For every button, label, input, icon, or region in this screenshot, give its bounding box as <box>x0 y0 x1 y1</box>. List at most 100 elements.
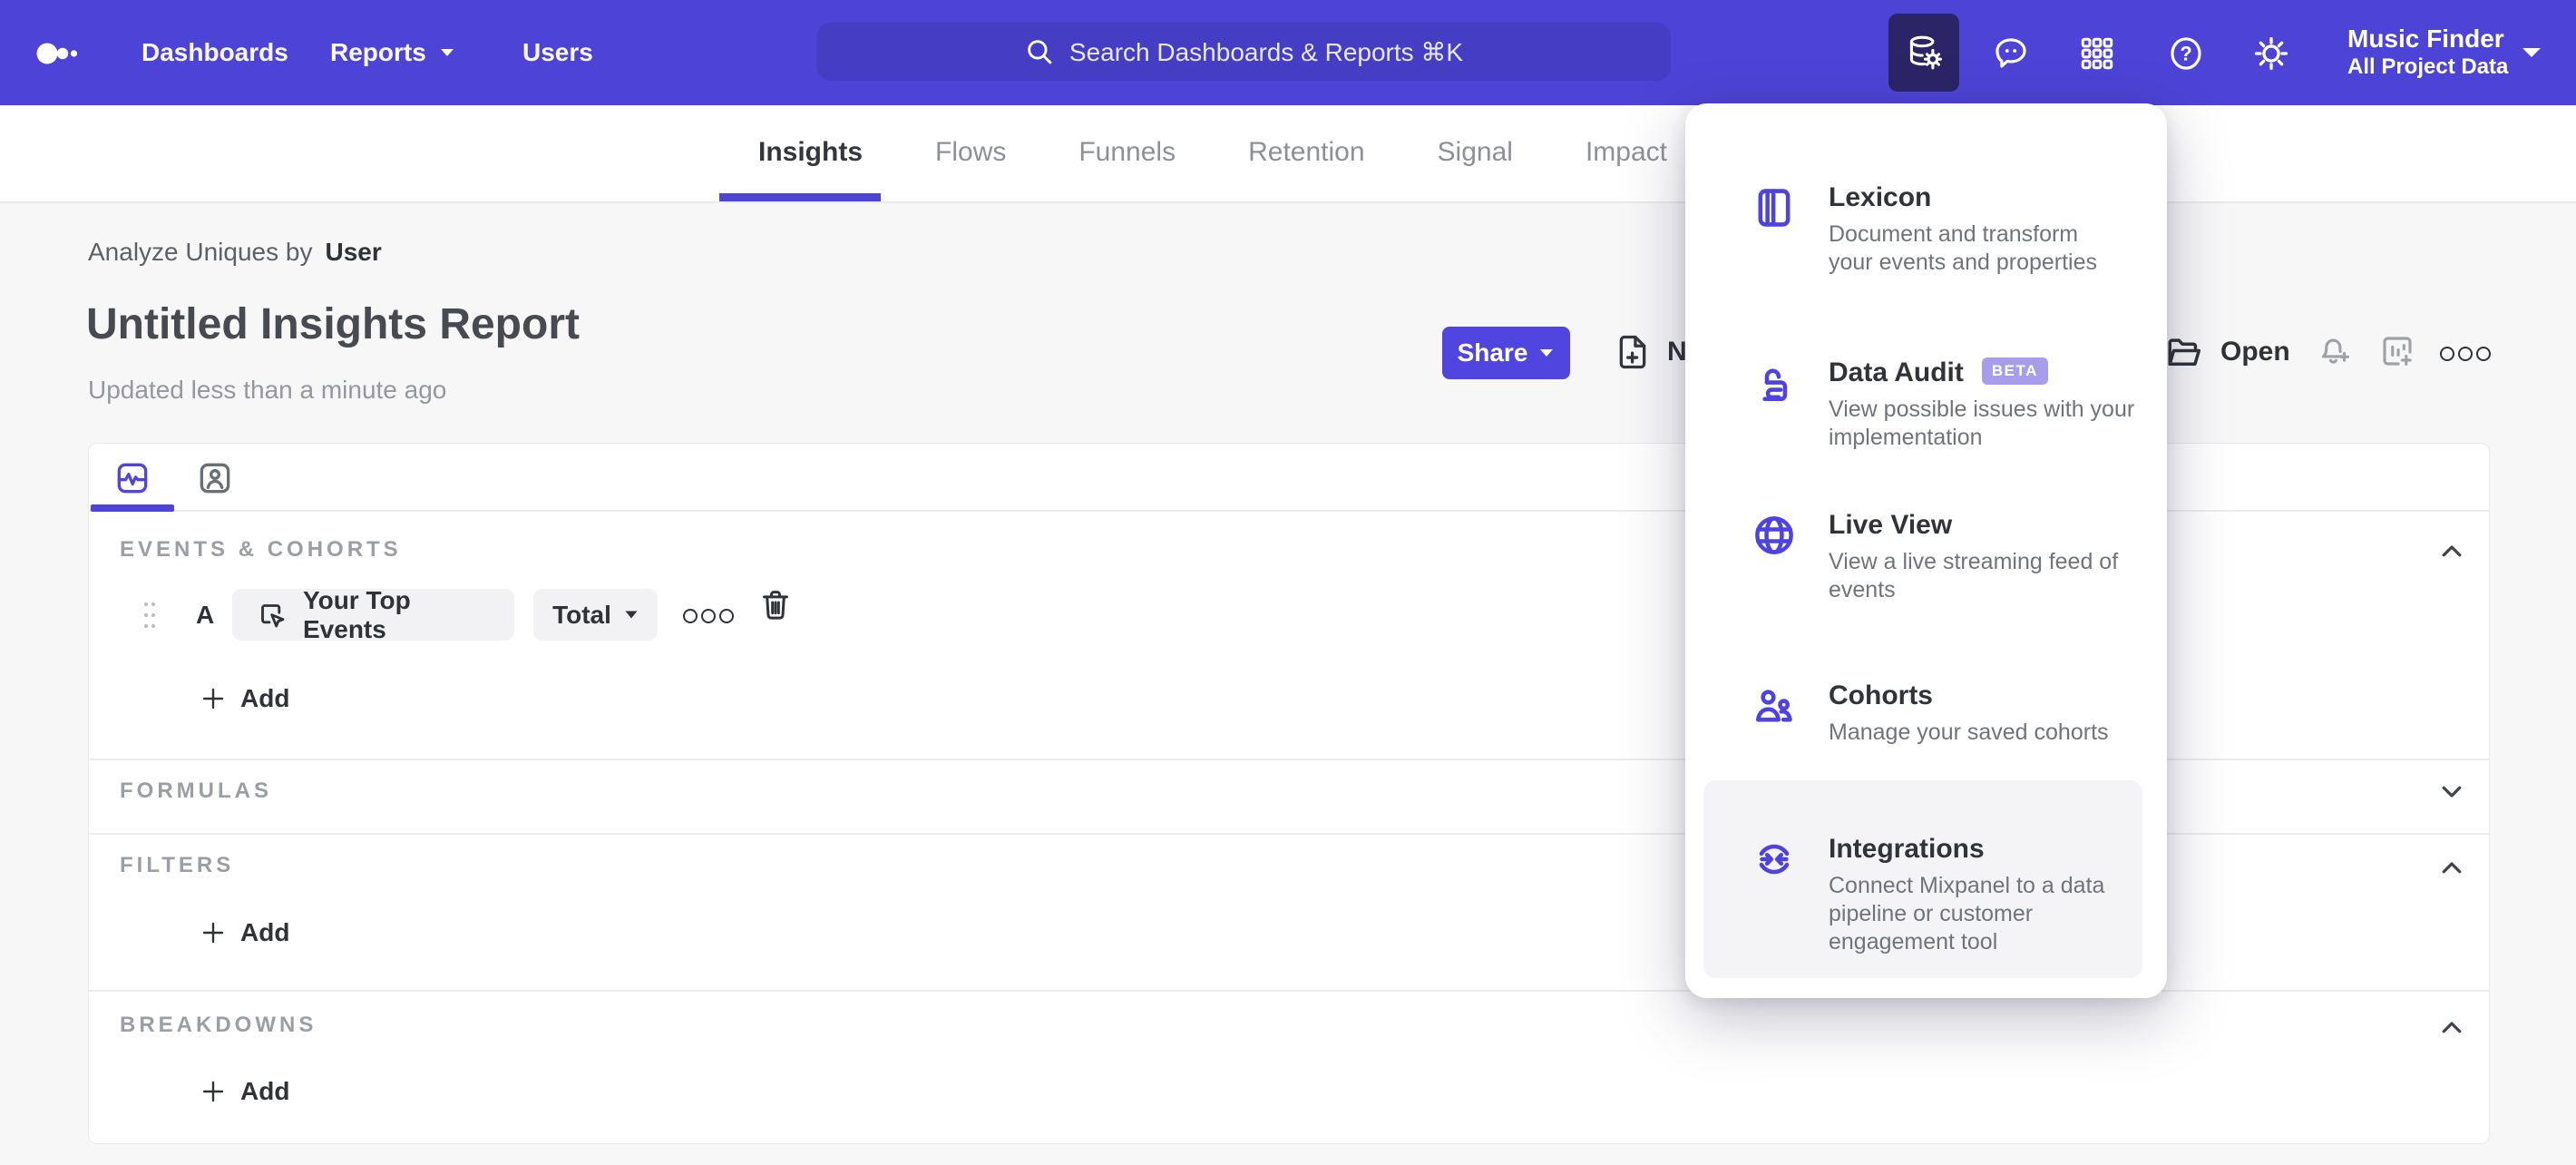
nav-reports[interactable]: Reports <box>330 0 455 105</box>
project-caret-down-icon[interactable] <box>2520 45 2543 60</box>
add-filter-label: Add <box>240 918 290 946</box>
open-report-button[interactable]: Open <box>2164 332 2290 372</box>
bell-plus-icon[interactable] <box>2315 332 2353 370</box>
active-tab-underline <box>719 193 881 201</box>
data-management-dropdown: Lexicon Document and transform your even… <box>1685 103 2167 998</box>
data-management-button[interactable] <box>1888 14 1959 92</box>
delete-event-trash-icon[interactable] <box>757 587 794 623</box>
nav-dashboards[interactable]: Dashboards <box>141 0 288 105</box>
mixpanel-logo-icon[interactable] <box>36 40 87 67</box>
event-name: Your Top Events <box>303 585 411 643</box>
database-gear-icon <box>1904 33 1944 73</box>
filters-collapse-chevron-up-icon[interactable] <box>2438 855 2465 882</box>
caret-down-icon <box>439 47 455 58</box>
menu-item-live-view[interactable]: Live View View a live streaming feed of … <box>1685 510 2167 646</box>
report-title[interactable]: Untitled Insights Report <box>86 299 580 349</box>
events-view-tab[interactable] <box>114 460 151 496</box>
beta-badge: BETA <box>1981 357 2048 385</box>
help-button[interactable]: ? <box>2167 34 2205 73</box>
open-label: Open <box>2220 337 2290 367</box>
add-to-board-icon[interactable] <box>2378 332 2416 370</box>
tab-signal[interactable]: Signal <box>1438 137 1513 168</box>
analyze-value-dropdown[interactable]: User <box>325 238 381 266</box>
tab-funnels[interactable]: Funnels <box>1078 137 1176 168</box>
svg-text:?: ? <box>2180 42 2191 64</box>
global-search-input[interactable]: Search Dashboards & Reports ⌘K <box>816 23 1671 81</box>
dot <box>701 609 716 623</box>
filters-label: FILTERS <box>120 853 235 877</box>
menu-item-title: Integrations <box>1829 834 1985 864</box>
menu-item-title: Data Audit BETA <box>1829 357 2048 388</box>
menu-item-lexicon[interactable]: Lexicon Document and transform your even… <box>1685 182 2167 318</box>
add-breakdown-button[interactable]: Add <box>201 1077 289 1106</box>
nav-reports-label: Reports <box>330 38 426 66</box>
add-breakdown-label: Add <box>240 1077 290 1105</box>
menu-item-integrations[interactable]: Integrations Connect Mixpanel to a data … <box>1685 834 2167 997</box>
drag-handle[interactable] <box>141 600 158 631</box>
tab-retention[interactable]: Retention <box>1248 137 1364 168</box>
feedback-button[interactable] <box>1992 34 2030 73</box>
book-icon <box>1751 184 1798 231</box>
profiles-view-tab[interactable] <box>197 460 233 496</box>
menu-item-title: Cohorts <box>1829 680 1933 710</box>
nav-dashboards-label: Dashboards <box>141 38 288 66</box>
tab-impact[interactable]: Impact <box>1586 137 1667 168</box>
metric-selector-pill[interactable]: Total <box>533 589 658 641</box>
mixpanel-app: Dashboards Reports Users Search Dashboar… <box>0 0 2576 1165</box>
folder-icon <box>2164 332 2204 372</box>
integrations-icon <box>1751 836 1798 883</box>
menu-item-description: Connect Mixpanel to a data pipeline or c… <box>1829 873 2105 955</box>
tab-flows[interactable]: Flows <box>935 137 1006 168</box>
plus-icon <box>201 1080 225 1103</box>
project-selector[interactable]: Music Finder All Project Data <box>2347 24 2508 80</box>
plus-icon <box>201 921 225 945</box>
active-view-underline <box>91 504 174 512</box>
menu-item-description: View possible issues with your implement… <box>1829 396 2135 450</box>
menu-item-data-audit[interactable]: Data Audit BETA View possible issues wit… <box>1685 357 2167 494</box>
tab-insights[interactable]: Insights <box>758 137 863 168</box>
nav-users-label: Users <box>522 38 593 66</box>
dot <box>2440 347 2454 361</box>
share-caret-down-icon <box>1538 348 1555 358</box>
apps-grid-icon[interactable] <box>2078 34 2116 73</box>
report-type-tabbar: Insights Flows Funnels Retention Signal … <box>0 105 2576 203</box>
breakdowns-label: BREAKDOWNS <box>120 1013 317 1037</box>
settings-gear-icon[interactable] <box>2252 34 2290 73</box>
menu-item-description: Manage your saved cohorts <box>1829 720 2109 745</box>
analyze-prefix: Analyze Uniques by <box>88 238 313 266</box>
add-event-button[interactable]: Add <box>201 684 289 713</box>
event-row-letter: A <box>196 601 215 629</box>
events-cohorts-label: EVENTS & COHORTS <box>120 537 402 562</box>
formulas-label: FORMULAS <box>120 778 272 803</box>
share-label: Share <box>1457 338 1528 367</box>
event-selector-pill[interactable]: Your Top Events <box>232 585 514 643</box>
updated-timestamp: Updated less than a minute ago <box>88 376 447 404</box>
file-plus-icon <box>1613 332 1653 372</box>
menu-item-title: Lexicon <box>1829 182 1932 212</box>
search-placeholder: Search Dashboards & Reports ⌘K <box>1068 37 1464 66</box>
lock-icon <box>1751 359 1798 406</box>
metric-value: Total <box>552 600 611 629</box>
nav-users[interactable]: Users <box>522 0 593 105</box>
breakdowns-collapse-chevron-up-icon[interactable] <box>2438 1014 2465 1042</box>
dot <box>683 609 698 623</box>
project-scope: All Project Data <box>2347 54 2509 79</box>
events-collapse-chevron-up-icon[interactable] <box>2438 538 2465 565</box>
more-options-button[interactable] <box>2440 347 2491 361</box>
top-navigation-bar: Dashboards Reports Users Search Dashboar… <box>0 0 2576 105</box>
event-row-more-options[interactable] <box>683 609 734 623</box>
analyze-uniques-row: Analyze Uniques by User <box>88 238 382 267</box>
add-event-label: Add <box>240 684 290 712</box>
menu-item-description: Document and transform your events and p… <box>1829 221 2098 275</box>
share-button[interactable]: Share <box>1442 327 1570 379</box>
dot <box>719 609 734 623</box>
project-name: Music Finder <box>2347 24 2504 53</box>
formulas-expand-chevron-down-icon[interactable] <box>2438 778 2465 805</box>
add-filter-button[interactable]: Add <box>201 918 289 947</box>
menu-item-cohorts[interactable]: Cohorts Manage your saved cohorts <box>1685 680 2167 789</box>
search-icon <box>1024 36 1055 67</box>
dot <box>2476 347 2491 361</box>
metric-caret-down-icon <box>624 610 639 620</box>
globe-icon <box>1751 512 1798 559</box>
menu-item-title: Live View <box>1829 510 1953 540</box>
